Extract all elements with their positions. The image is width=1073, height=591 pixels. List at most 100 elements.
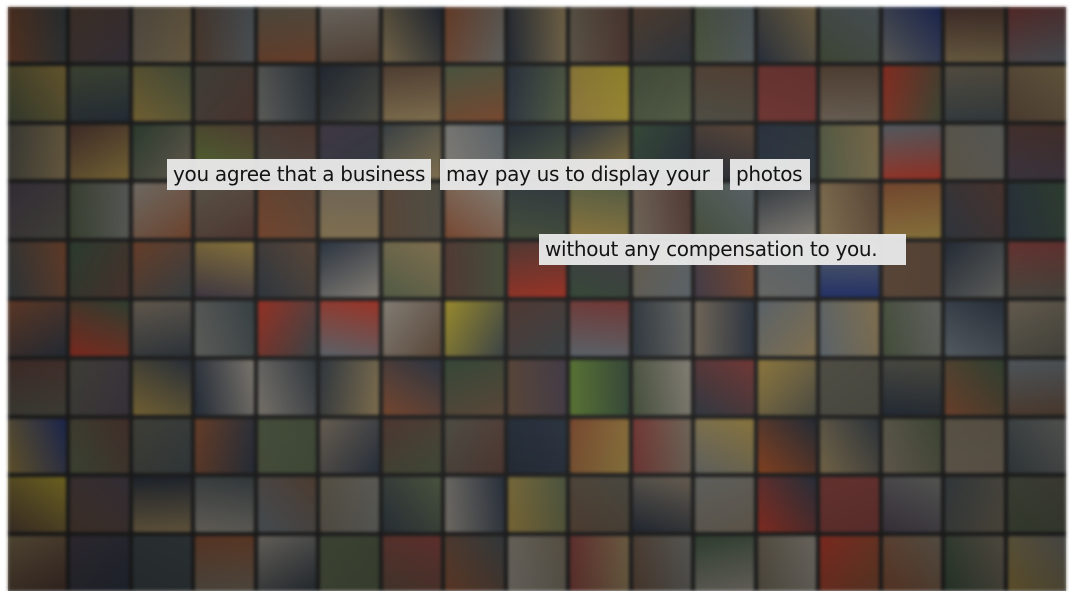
photo-tile [695,418,754,474]
photo-tile [445,242,504,297]
photo-tile [382,418,442,474]
photo-tile [257,7,317,62]
photo-tile [70,536,129,591]
photo-tile [320,477,379,533]
photo-tile [445,65,504,121]
photo-tile [8,536,67,591]
photo-tile [8,183,67,239]
photo-tile [320,359,379,415]
photo-tile [820,300,879,356]
photo-tile [1007,536,1066,591]
photo-tile [882,359,942,415]
photo-tile [820,536,879,591]
photo-tile [507,65,567,121]
photo-tile [820,124,879,180]
photo-tile [382,536,442,591]
video-frame: you agree that a business may pay us to … [0,0,1073,591]
photo-tile [445,183,504,239]
photo-tile [132,242,192,297]
photo-tile [820,7,879,62]
photo-tile [320,242,379,297]
photo-tile [570,477,629,533]
photo-tile [1007,242,1066,297]
photo-tile [882,477,942,533]
photo-tile [1007,418,1066,474]
photo-tile [632,536,692,591]
photo-tile [945,183,1004,239]
photo-tile [70,65,129,121]
photo-tile [882,65,942,121]
photo-tile [70,300,129,356]
photo-tile [8,7,67,62]
photo-tile [70,7,129,62]
photo-tile [632,7,692,62]
photo-tile [70,418,129,474]
photo-tile [382,242,442,297]
photo-tile [132,477,192,533]
photo-tile [695,300,754,356]
photo-tile [945,477,1004,533]
photo-tile [1007,7,1066,62]
photo-tile [8,359,67,415]
photo-tile [70,183,129,239]
photo-tile [195,242,254,297]
photo-tile [1007,477,1066,533]
photo-tile [70,359,129,415]
photo-tile [757,418,817,474]
photo-tile [8,65,67,121]
photo-tile [132,359,192,415]
photo-tile [945,359,1004,415]
photo-tile [320,536,379,591]
photo-tile [8,300,67,356]
photo-tile [945,300,1004,356]
photo-tile [507,477,567,533]
photo-tile [507,359,567,415]
photo-tile [382,477,442,533]
photo-tile [195,65,254,121]
photo-tile [695,7,754,62]
photo-tile [882,7,942,62]
photo-tile [820,359,879,415]
photo-tile [695,65,754,121]
photo-tile [695,477,754,533]
photo-tile [132,536,192,591]
photo-tile [507,7,567,62]
photo-tile [1007,359,1066,415]
photo-tile [820,65,879,121]
photo-tile [382,183,442,239]
photo-tile [195,183,254,239]
photo-tile [382,300,442,356]
photo-tile [570,183,629,239]
photo-tile [570,536,629,591]
photo-tile [632,418,692,474]
photo-tile [695,536,754,591]
photo-tile [320,65,379,121]
photo-tile [570,7,629,62]
photo-tile [757,477,817,533]
photo-tile [945,124,1004,180]
photo-tile [132,300,192,356]
photo-tile [507,418,567,474]
photo-tile [570,65,629,121]
photo-tile [257,359,317,415]
photo-tile [757,183,817,239]
photo-tile [445,536,504,591]
photo-tile [70,242,129,297]
photo-tile [8,477,67,533]
photo-tile [820,477,879,533]
photo-tile [320,300,379,356]
photo-tile [1007,183,1066,239]
photo-tile [695,359,754,415]
photo-tile [507,536,567,591]
photo-tile [882,124,942,180]
caption-without-compensation: without any compensation to you. [539,234,906,265]
photo-tile [757,7,817,62]
photo-tile [257,477,317,533]
photo-tile [945,7,1004,62]
photo-tile [195,536,254,591]
photo-tile [570,418,629,474]
photo-tile [632,300,692,356]
photo-tile [257,300,317,356]
photo-tile [945,65,1004,121]
photo-tile [507,300,567,356]
